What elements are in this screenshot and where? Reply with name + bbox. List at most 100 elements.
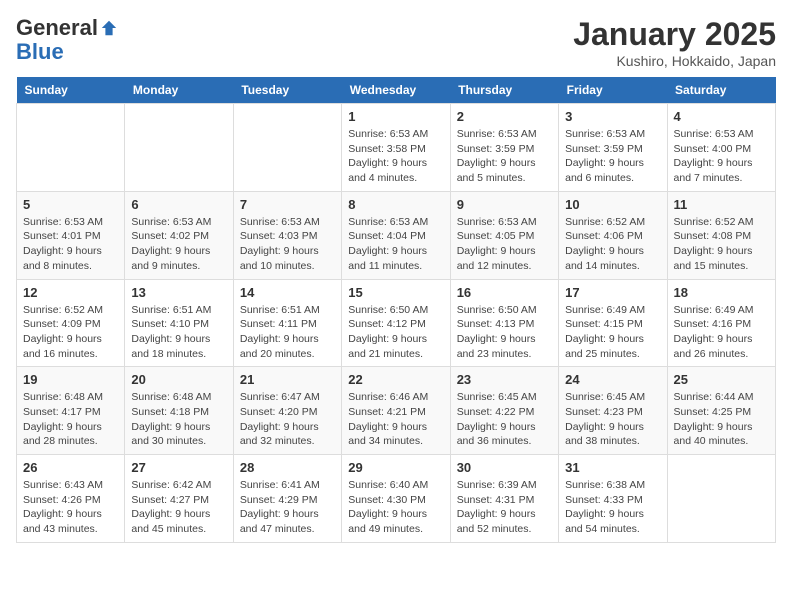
day-number: 22 xyxy=(348,372,443,387)
calendar-cell: 12 Sunrise: 6:52 AM Sunset: 4:09 PM Dayli… xyxy=(17,279,125,367)
calendar-cell: 9 Sunrise: 6:53 AM Sunset: 4:05 PM Daylig… xyxy=(450,191,558,279)
day-number: 1 xyxy=(348,109,443,124)
calendar-cell: 18 Sunrise: 6:49 AM Sunset: 4:16 PM Dayli… xyxy=(667,279,775,367)
month-title: January 2025 xyxy=(573,16,776,53)
calendar-cell: 23 Sunrise: 6:45 AM Sunset: 4:22 PM Dayli… xyxy=(450,367,558,455)
day-info: Sunrise: 6:53 AM Sunset: 4:05 PM Dayligh… xyxy=(457,215,552,274)
day-number: 31 xyxy=(565,460,660,475)
day-info: Sunrise: 6:49 AM Sunset: 4:16 PM Dayligh… xyxy=(674,303,769,362)
calendar-cell: 16 Sunrise: 6:50 AM Sunset: 4:13 PM Dayli… xyxy=(450,279,558,367)
logo-general-text: General xyxy=(16,16,98,40)
calendar-cell xyxy=(125,104,233,192)
calendar-cell: 31Sunrise: 6:38 AM Sunset: 4:33 PM Dayli… xyxy=(559,455,667,543)
day-info: Sunrise: 6:48 AM Sunset: 4:18 PM Dayligh… xyxy=(131,390,226,449)
logo-icon xyxy=(100,19,118,37)
day-info: Sunrise: 6:52 AM Sunset: 4:08 PM Dayligh… xyxy=(674,215,769,274)
day-info: Sunrise: 6:40 AM Sunset: 4:30 PM Dayligh… xyxy=(348,478,443,537)
day-info: Sunrise: 6:53 AM Sunset: 4:03 PM Dayligh… xyxy=(240,215,335,274)
weekday-saturday: Saturday xyxy=(667,77,775,104)
day-number: 7 xyxy=(240,197,335,212)
day-info: Sunrise: 6:44 AM Sunset: 4:25 PM Dayligh… xyxy=(674,390,769,449)
calendar-table: SundayMondayTuesdayWednesdayThursdayFrid… xyxy=(16,77,776,543)
weekday-sunday: Sunday xyxy=(17,77,125,104)
day-number: 9 xyxy=(457,197,552,212)
weekday-header-row: SundayMondayTuesdayWednesdayThursdayFrid… xyxy=(17,77,776,104)
calendar-cell: 22 Sunrise: 6:46 AM Sunset: 4:21 PM Dayli… xyxy=(342,367,450,455)
calendar-cell: 14 Sunrise: 6:51 AM Sunset: 4:11 PM Dayli… xyxy=(233,279,341,367)
day-info: Sunrise: 6:51 AM Sunset: 4:10 PM Dayligh… xyxy=(131,303,226,362)
day-info: Sunrise: 6:42 AM Sunset: 4:27 PM Dayligh… xyxy=(131,478,226,537)
day-number: 21 xyxy=(240,372,335,387)
day-info: Sunrise: 6:53 AM Sunset: 3:59 PM Dayligh… xyxy=(565,127,660,186)
day-info: Sunrise: 6:50 AM Sunset: 4:12 PM Dayligh… xyxy=(348,303,443,362)
calendar-cell: 5 Sunrise: 6:53 AM Sunset: 4:01 PM Daylig… xyxy=(17,191,125,279)
day-info: Sunrise: 6:49 AM Sunset: 4:15 PM Dayligh… xyxy=(565,303,660,362)
day-number: 23 xyxy=(457,372,552,387)
calendar-cell: 24 Sunrise: 6:45 AM Sunset: 4:23 PM Dayli… xyxy=(559,367,667,455)
calendar-cell xyxy=(233,104,341,192)
calendar-cell xyxy=(17,104,125,192)
calendar-cell: 19 Sunrise: 6:48 AM Sunset: 4:17 PM Dayli… xyxy=(17,367,125,455)
calendar-cell: 25Sunrise: 6:44 AM Sunset: 4:25 PM Dayli… xyxy=(667,367,775,455)
calendar-cell: 26Sunrise: 6:43 AM Sunset: 4:26 PM Dayli… xyxy=(17,455,125,543)
day-number: 30 xyxy=(457,460,552,475)
day-number: 24 xyxy=(565,372,660,387)
title-area: January 2025 Kushiro, Hokkaido, Japan xyxy=(573,16,776,69)
day-info: Sunrise: 6:53 AM Sunset: 4:02 PM Dayligh… xyxy=(131,215,226,274)
day-info: Sunrise: 6:51 AM Sunset: 4:11 PM Dayligh… xyxy=(240,303,335,362)
day-number: 14 xyxy=(240,285,335,300)
day-number: 5 xyxy=(23,197,118,212)
calendar-week-2: 12 Sunrise: 6:52 AM Sunset: 4:09 PM Dayli… xyxy=(17,279,776,367)
logo-blue-text: Blue xyxy=(16,40,118,64)
day-number: 11 xyxy=(674,197,769,212)
weekday-wednesday: Wednesday xyxy=(342,77,450,104)
calendar-cell: 3Sunrise: 6:53 AM Sunset: 3:59 PM Daylig… xyxy=(559,104,667,192)
calendar-week-3: 19 Sunrise: 6:48 AM Sunset: 4:17 PM Dayli… xyxy=(17,367,776,455)
day-number: 8 xyxy=(348,197,443,212)
calendar-cell: 1 Sunrise: 6:53 AM Sunset: 3:58 PM Daylig… xyxy=(342,104,450,192)
day-info: Sunrise: 6:41 AM Sunset: 4:29 PM Dayligh… xyxy=(240,478,335,537)
day-info: Sunrise: 6:53 AM Sunset: 3:59 PM Dayligh… xyxy=(457,127,552,186)
day-info: Sunrise: 6:53 AM Sunset: 3:58 PM Dayligh… xyxy=(348,127,443,186)
day-number: 2 xyxy=(457,109,552,124)
page-header: General Blue January 2025 Kushiro, Hokka… xyxy=(16,16,776,69)
location: Kushiro, Hokkaido, Japan xyxy=(573,53,776,69)
day-info: Sunrise: 6:52 AM Sunset: 4:09 PM Dayligh… xyxy=(23,303,118,362)
calendar-cell: 28 Sunrise: 6:41 AM Sunset: 4:29 PM Dayli… xyxy=(233,455,341,543)
day-info: Sunrise: 6:46 AM Sunset: 4:21 PM Dayligh… xyxy=(348,390,443,449)
weekday-monday: Monday xyxy=(125,77,233,104)
calendar-cell: 29 Sunrise: 6:40 AM Sunset: 4:30 PM Dayli… xyxy=(342,455,450,543)
day-number: 17 xyxy=(565,285,660,300)
day-info: Sunrise: 6:52 AM Sunset: 4:06 PM Dayligh… xyxy=(565,215,660,274)
day-number: 20 xyxy=(131,372,226,387)
calendar-cell: 13 Sunrise: 6:51 AM Sunset: 4:10 PM Dayli… xyxy=(125,279,233,367)
day-info: Sunrise: 6:39 AM Sunset: 4:31 PM Dayligh… xyxy=(457,478,552,537)
day-info: Sunrise: 6:50 AM Sunset: 4:13 PM Dayligh… xyxy=(457,303,552,362)
calendar-cell: 11 Sunrise: 6:52 AM Sunset: 4:08 PM Dayli… xyxy=(667,191,775,279)
weekday-thursday: Thursday xyxy=(450,77,558,104)
calendar-cell xyxy=(667,455,775,543)
calendar-cell: 7 Sunrise: 6:53 AM Sunset: 4:03 PM Daylig… xyxy=(233,191,341,279)
calendar-cell: 10Sunrise: 6:52 AM Sunset: 4:06 PM Dayli… xyxy=(559,191,667,279)
day-info: Sunrise: 6:48 AM Sunset: 4:17 PM Dayligh… xyxy=(23,390,118,449)
calendar-week-1: 5 Sunrise: 6:53 AM Sunset: 4:01 PM Daylig… xyxy=(17,191,776,279)
calendar-cell: 4Sunrise: 6:53 AM Sunset: 4:00 PM Daylig… xyxy=(667,104,775,192)
day-number: 12 xyxy=(23,285,118,300)
day-info: Sunrise: 6:47 AM Sunset: 4:20 PM Dayligh… xyxy=(240,390,335,449)
day-number: 4 xyxy=(674,109,769,124)
calendar-cell: 20 Sunrise: 6:48 AM Sunset: 4:18 PM Dayli… xyxy=(125,367,233,455)
calendar-week-0: 1 Sunrise: 6:53 AM Sunset: 3:58 PM Daylig… xyxy=(17,104,776,192)
day-number: 28 xyxy=(240,460,335,475)
day-number: 18 xyxy=(674,285,769,300)
calendar-body: 1 Sunrise: 6:53 AM Sunset: 3:58 PM Daylig… xyxy=(17,104,776,543)
day-number: 13 xyxy=(131,285,226,300)
day-number: 16 xyxy=(457,285,552,300)
day-info: Sunrise: 6:45 AM Sunset: 4:22 PM Dayligh… xyxy=(457,390,552,449)
day-info: Sunrise: 6:45 AM Sunset: 4:23 PM Dayligh… xyxy=(565,390,660,449)
weekday-tuesday: Tuesday xyxy=(233,77,341,104)
day-number: 29 xyxy=(348,460,443,475)
day-info: Sunrise: 6:53 AM Sunset: 4:01 PM Dayligh… xyxy=(23,215,118,274)
day-number: 19 xyxy=(23,372,118,387)
calendar-cell: 6Sunrise: 6:53 AM Sunset: 4:02 PM Daylig… xyxy=(125,191,233,279)
day-info: Sunrise: 6:53 AM Sunset: 4:04 PM Dayligh… xyxy=(348,215,443,274)
